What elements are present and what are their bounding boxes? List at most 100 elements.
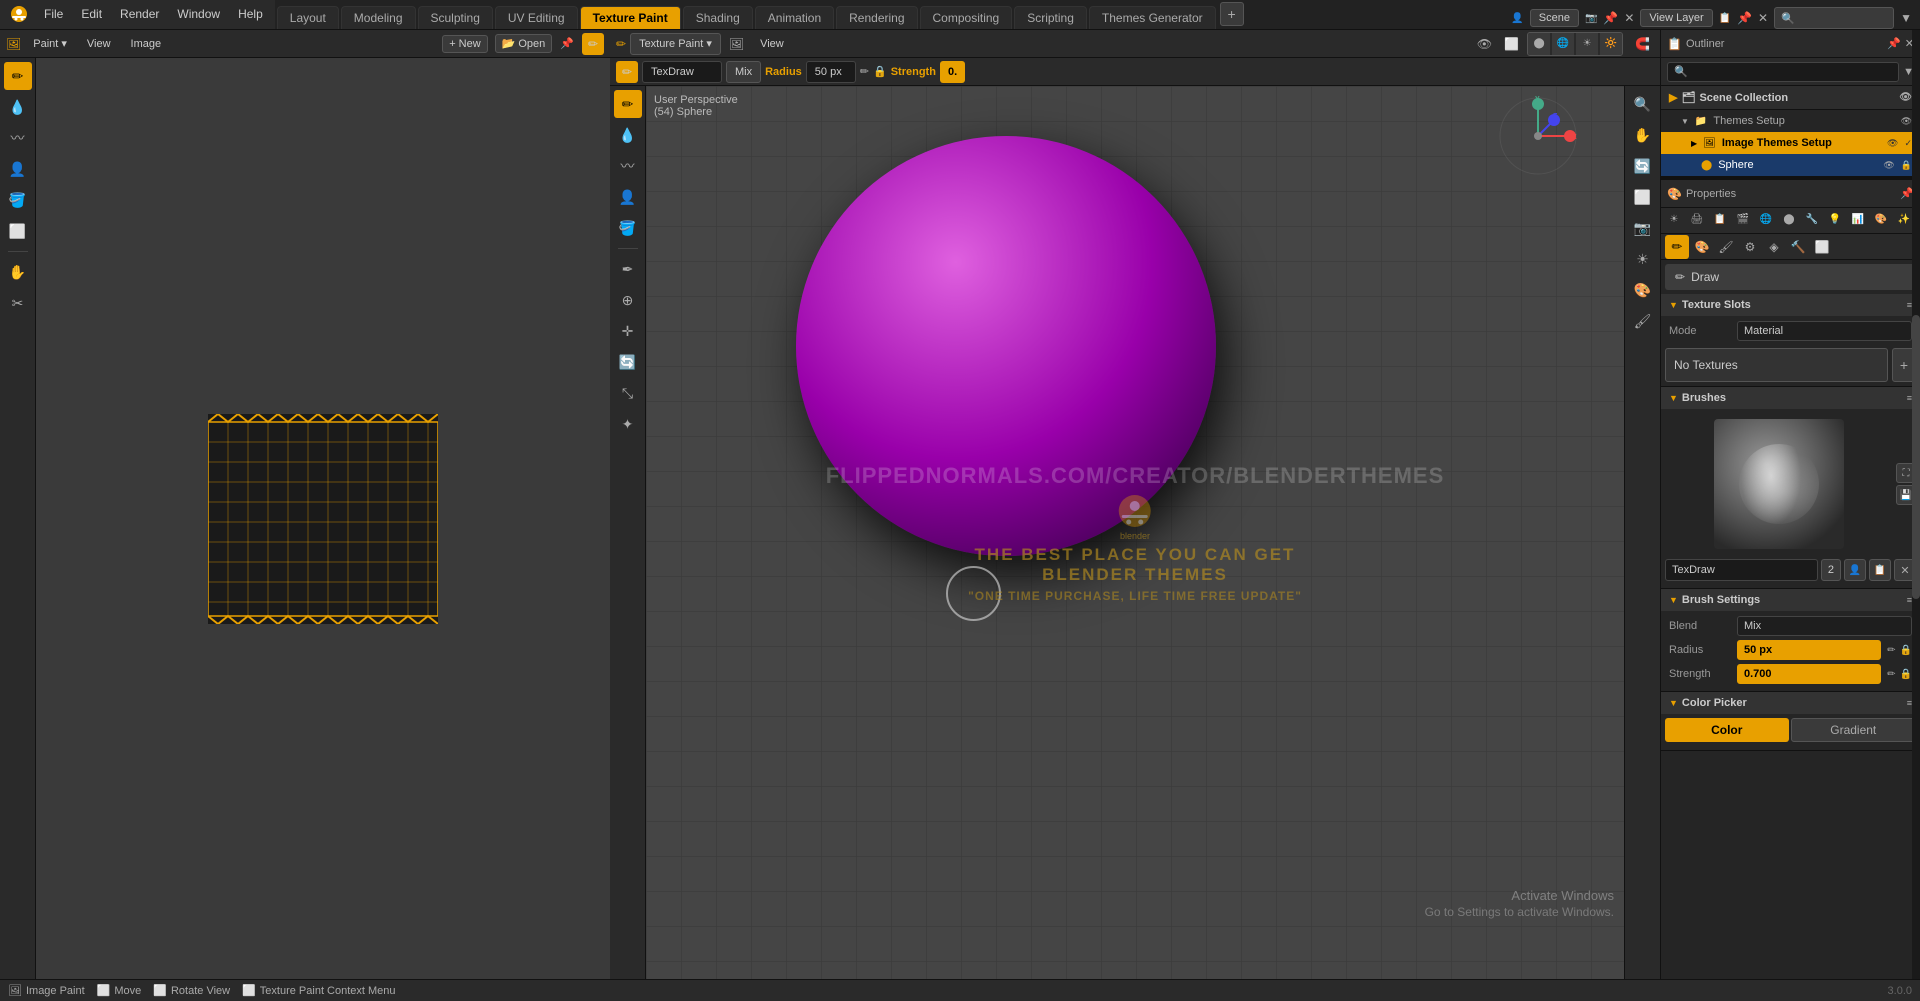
status-move[interactable]: ⬜ Move [97,984,142,997]
vp-soften-tool[interactable]: 💧 [614,121,642,149]
status-image-paint[interactable]: 🖼 Image Paint [8,984,85,997]
viewport-xray-icon[interactable]: ⬜ [1500,35,1523,53]
vp-smear-tool[interactable]: 〰 [614,152,642,180]
vp-clone-tool[interactable]: 👤 [614,183,642,211]
brush-duplicate-icon[interactable]: 📋 [1869,559,1891,581]
brush-settings-header[interactable]: ▼ Brush Settings ≡ [1661,589,1920,611]
tab-layout[interactable]: Layout [277,6,339,29]
vp-transform-tool[interactable]: ✦ [614,410,642,438]
tab-compositing[interactable]: Compositing [920,6,1013,29]
tab-texture-paint[interactable]: Texture Paint [580,6,681,29]
ie-clone-tool[interactable]: 👤 [4,155,32,183]
menu-file[interactable]: File [36,0,71,29]
themes-eye-icon[interactable]: 👁 [1901,116,1912,127]
viewport-overlay-icon[interactable]: 👁 [1473,35,1496,53]
menu-window[interactable]: Window [169,0,228,29]
paint-tool-icon[interactable]: 🔨 [1787,236,1809,258]
outliner-search-input[interactable]: 🔍 [1667,62,1899,82]
texture-slots-header[interactable]: ▼ Texture Slots ≡ [1661,294,1920,316]
paint-mode-icon[interactable]: ✏ [1665,235,1689,259]
paint-workspace-icon[interactable]: ⬜ [1811,236,1833,258]
mode-value[interactable]: Material [1737,321,1912,341]
tab-modeling[interactable]: Modeling [341,6,416,29]
blend-selector-vp[interactable]: Mix [726,61,761,83]
menu-help[interactable]: Help [230,0,271,29]
global-search[interactable]: 🔍 [1774,7,1894,29]
status-context-menu[interactable]: ⬜ Texture Paint Context Menu [242,984,395,997]
texture-paint-mode[interactable]: Texture Paint ▾ [630,33,721,55]
vp-zoom-in[interactable]: 🔍 [1629,90,1657,118]
vp3d-main-content[interactable]: User Perspective (54) Sphere [646,86,1624,979]
themes-setup-item[interactable]: ▼ 📁 Themes Setup 👁 [1661,110,1920,132]
image-themes-setup-item[interactable]: ▶ 🖼 Image Themes Setup 👁 ✓ [1661,132,1920,154]
visibility-icon[interactable]: 👁 [1899,92,1912,103]
open-btn[interactable]: 📂 Open [495,34,553,53]
material-shade-btn[interactable]: 🌐 [1552,33,1574,55]
draw-button[interactable]: ✏ Draw [1665,264,1916,290]
brushes-header[interactable]: ▼ Brushes ≡ [1661,387,1920,409]
scene-pin[interactable]: 📌 [1603,11,1618,25]
tab-sculpting[interactable]: Sculpting [418,6,493,29]
vp-rotate-tool[interactable]: 🔄 [614,348,642,376]
prop-shading-icon[interactable]: 💡 [1824,208,1846,230]
vp-frame-all[interactable]: ⬜ [1629,183,1657,211]
vp-move-tool[interactable]: ✛ [614,317,642,345]
ie-erase-tool[interactable]: ⬜ [4,217,32,245]
tab-shading[interactable]: Shading [683,6,753,29]
view-layer-selector[interactable]: View Layer [1640,9,1712,27]
image-menu[interactable]: Image [123,33,170,55]
paint-menu[interactable]: Paint ▾ [25,33,75,55]
radius-lock-prop[interactable]: 🔒 [1900,645,1912,656]
menu-render[interactable]: Render [112,0,167,29]
vp-cursor-tool[interactable]: ⊕ [614,286,642,314]
view-menu[interactable]: View [79,33,119,55]
view-layer-pin[interactable]: 📌 [1737,11,1752,25]
viewport-view-menu[interactable]: View [752,33,792,55]
tab-uv-editing[interactable]: UV Editing [495,6,578,29]
ie-soften-tool[interactable]: 💧 [4,93,32,121]
prop-render-icon[interactable]: ☀ [1663,208,1685,230]
vp-fill-tool[interactable]: 🪣 [614,214,642,242]
img-eye-icon[interactable]: 👁 [1887,138,1898,149]
brush-user-icon[interactable]: 👤 [1844,559,1866,581]
color-picker-header[interactable]: ▼ Color Picker ≡ [1661,692,1920,714]
view-layer-close[interactable]: ✕ [1758,11,1768,25]
strength-value-vp[interactable]: 0. [940,61,965,83]
menu-edit[interactable]: Edit [73,0,110,29]
paint-brushes-icon[interactable]: 🖌 [1715,236,1737,258]
add-workspace-btn[interactable]: + [1220,2,1244,26]
radius-pen-icon[interactable]: ✏ [860,65,869,78]
tab-animation[interactable]: Animation [755,6,834,29]
radius-value-vp[interactable]: 50 px [806,61,856,83]
vp-scale-tool[interactable]: ⤡ [614,379,642,407]
vp-paint-icons-1[interactable]: 🎨 [1629,276,1657,304]
texdraw-name-vp[interactable]: TexDraw [642,61,722,83]
gradient-btn[interactable]: Gradient [1791,718,1917,742]
tab-scripting[interactable]: Scripting [1014,6,1087,29]
scene-selector[interactable]: Scene [1530,9,1579,27]
prop-material-icon[interactable]: 🎨 [1870,208,1892,230]
vp-pan[interactable]: ✋ [1629,121,1657,149]
scene-collection-header[interactable]: ▶ 🗂 Scene Collection 👁 [1661,86,1920,110]
vp-orbit[interactable]: 🔄 [1629,152,1657,180]
tab-themes-generator[interactable]: Themes Generator [1089,6,1216,29]
solid-shade-btn[interactable]: ⬤ [1528,33,1550,55]
status-rotate[interactable]: ⬜ Rotate View [153,984,230,997]
no-textures-slot[interactable]: No Textures [1665,348,1888,382]
paint-symmetry-icon[interactable]: ◈ [1763,236,1785,258]
sphere-item[interactable]: ⬤ Sphere 👁 🔒 [1661,154,1920,176]
radius-lock-vp[interactable]: 🔒 [873,65,887,78]
brush-name-field[interactable]: TexDraw [1665,559,1818,581]
radius-pen-prop[interactable]: ✏ [1887,645,1895,656]
paint-texslots-icon[interactable]: 🎨 [1691,236,1713,258]
radius-val[interactable]: 50 px [1737,640,1881,660]
tab-rendering[interactable]: Rendering [836,6,917,29]
rp-pin-icon[interactable]: 📌 [1887,37,1901,50]
prop-object-icon[interactable]: ⬤ [1778,208,1800,230]
scene-close[interactable]: ✕ [1624,11,1634,25]
vp-draw-tool[interactable]: ✏ [614,90,642,118]
strength-pen-prop[interactable]: ✏ [1887,669,1895,680]
filter-btn[interactable]: ▼ [1900,11,1912,25]
prop-world-icon[interactable]: 🌐 [1755,208,1777,230]
vp-toggle-render[interactable]: ☀ [1629,245,1657,273]
